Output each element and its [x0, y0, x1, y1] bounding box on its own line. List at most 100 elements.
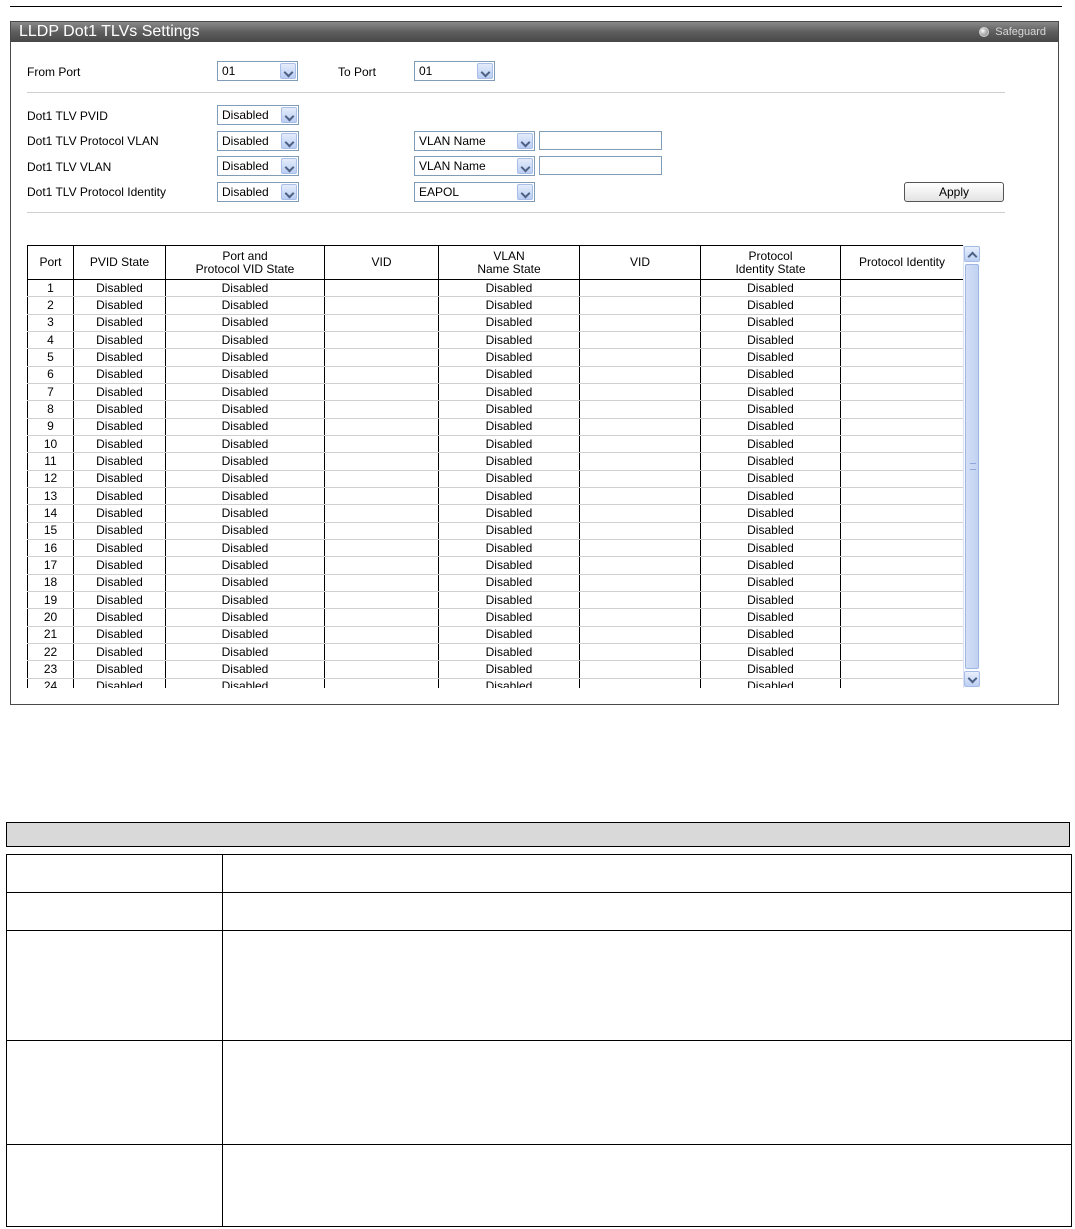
- table-cell: 12: [27, 470, 74, 488]
- table-cell: Disabled: [700, 643, 841, 662]
- table-cell: Disabled: [700, 660, 841, 679]
- table-cell: 10: [27, 435, 74, 454]
- table-cell: Disabled: [165, 452, 325, 471]
- table-cell: [324, 348, 439, 367]
- apply-button[interactable]: Apply: [904, 182, 1004, 202]
- scroll-up-arrow-icon[interactable]: [964, 246, 980, 262]
- scrollbar-grip: [970, 463, 976, 470]
- column-header: VLAN Name State: [438, 245, 580, 280]
- table-cell: 22: [27, 643, 74, 662]
- table-cell: Disabled: [700, 435, 841, 454]
- table-cell: [579, 487, 701, 506]
- table-cell: [324, 539, 439, 558]
- column-header: Protocol Identity State: [700, 245, 841, 280]
- description-text-cell: [222, 892, 1072, 931]
- table-row: 18 Disabled Disabled Disabled Disabled: [27, 574, 964, 592]
- pvid-label: Dot1 TLV PVID: [27, 109, 108, 123]
- table-cell: Disabled: [73, 279, 166, 298]
- table-cell: Disabled: [438, 608, 580, 627]
- chevron-down-icon: [280, 63, 296, 79]
- table-cell: Disabled: [165, 539, 325, 558]
- table-cell: [840, 504, 964, 523]
- table-row: 1 Disabled Disabled Disabled Disabled: [27, 279, 964, 298]
- table-cell: Disabled: [438, 331, 580, 350]
- table-cell: Disabled: [700, 314, 841, 332]
- table-cell: Disabled: [165, 556, 325, 575]
- table-cell: [840, 452, 964, 471]
- table-cell: Disabled: [700, 626, 841, 644]
- table-cell: Disabled: [438, 314, 580, 332]
- table-cell: [840, 574, 964, 592]
- safeguard-indicator[interactable]: Safeguard: [979, 25, 1046, 39]
- chevron-down-icon: [477, 63, 493, 79]
- protocol-identity-select[interactable]: Disabled: [217, 182, 299, 202]
- table-cell: [840, 643, 964, 662]
- table-row: 11 Disabled Disabled Disabled Disabled: [27, 452, 964, 471]
- table-cell: Disabled: [438, 678, 580, 688]
- table-row: 17 Disabled Disabled Disabled Disabled: [27, 556, 964, 575]
- table-cell: [579, 366, 701, 384]
- table-row: 20 Disabled Disabled Disabled Disabled: [27, 608, 964, 627]
- table-cell: [579, 643, 701, 662]
- table-cell: [324, 296, 439, 315]
- description-term-cell: [6, 1144, 223, 1227]
- protocol-identity-type-select[interactable]: EAPOL: [414, 182, 535, 202]
- table-row: 19 Disabled Disabled Disabled Disabled: [27, 591, 964, 610]
- table-cell: Disabled: [165, 418, 325, 436]
- scrollbar-thumb[interactable]: [965, 264, 979, 669]
- scroll-down-arrow-icon[interactable]: [964, 671, 980, 687]
- table-cell: 2: [27, 296, 74, 315]
- to-port-value: 01: [419, 64, 433, 78]
- table-scrollbar[interactable]: [963, 245, 980, 688]
- table-cell: [579, 383, 701, 402]
- table-cell: [840, 366, 964, 384]
- table-cell: [324, 574, 439, 592]
- chevron-down-icon: [281, 158, 297, 174]
- table-cell: [840, 539, 964, 558]
- from-port-label: From Port: [27, 65, 81, 79]
- vlan-select[interactable]: Disabled: [217, 156, 299, 176]
- table-row: 14 Disabled Disabled Disabled Disabled: [27, 504, 964, 523]
- table-cell: 19: [27, 591, 74, 610]
- chevron-down-icon: [281, 107, 297, 123]
- protocol-vlan-select[interactable]: Disabled: [217, 131, 299, 151]
- protocol-identity-label: Dot1 TLV Protocol Identity: [27, 185, 166, 199]
- table-cell: [579, 296, 701, 315]
- table-cell: Disabled: [438, 452, 580, 471]
- from-port-select[interactable]: 01: [217, 61, 298, 81]
- page-top-rule: [10, 6, 1062, 7]
- protocol-vlan-text-input[interactable]: [539, 131, 662, 150]
- table-cell: Disabled: [73, 348, 166, 367]
- table-cell: 7: [27, 383, 74, 402]
- table-cell: Disabled: [165, 366, 325, 384]
- vlan-text-input[interactable]: [539, 156, 662, 175]
- table-cell: Disabled: [165, 348, 325, 367]
- table-cell: [324, 418, 439, 436]
- to-port-select[interactable]: 01: [414, 61, 495, 81]
- table-cell: Disabled: [165, 383, 325, 402]
- table-row: 23 Disabled Disabled Disabled Disabled: [27, 660, 964, 679]
- column-header-text: Protocol: [748, 248, 793, 263]
- table-cell: [324, 452, 439, 471]
- table-cell: 9: [27, 418, 74, 436]
- table-row: 22 Disabled Disabled Disabled Disabled: [27, 643, 964, 662]
- column-header: Port and Protocol VID State: [165, 245, 325, 280]
- table-row: 2 Disabled Disabled Disabled Disabled: [27, 296, 964, 315]
- table-cell: 6: [27, 366, 74, 384]
- pvid-select[interactable]: Disabled: [217, 105, 299, 125]
- table-row: 24 Disabled Disabled Disabled Disabled: [27, 678, 964, 688]
- vlan-type-select[interactable]: VLAN Name: [414, 156, 535, 176]
- protocol-vlan-type-select[interactable]: VLAN Name: [414, 131, 535, 151]
- table-cell: [324, 643, 439, 662]
- table-row: 12 Disabled Disabled Disabled Disabled: [27, 470, 964, 488]
- table-cell: [579, 279, 701, 298]
- form-divider-bottom: [27, 212, 1005, 213]
- table-cell: 11: [27, 452, 74, 471]
- table-cell: 1: [27, 279, 74, 298]
- description-term-cell: [6, 854, 223, 893]
- table-cell: 21: [27, 626, 74, 644]
- table-cell: Disabled: [438, 643, 580, 662]
- table-cell: Disabled: [165, 279, 325, 298]
- table-cell: [324, 591, 439, 610]
- table-cell: [840, 383, 964, 402]
